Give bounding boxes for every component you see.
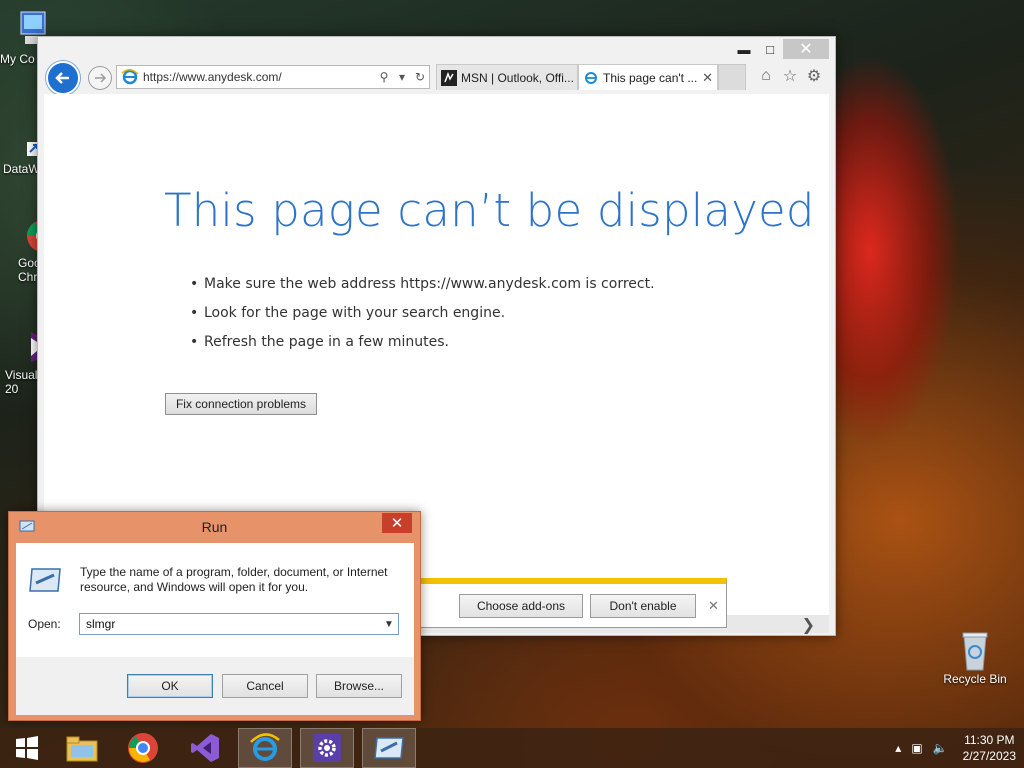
- internet-explorer-icon: [250, 733, 280, 761]
- run-body: Type the name of a program, folder, docu…: [16, 543, 414, 657]
- error-bullet: • Look for the page with your search engi…: [190, 305, 506, 321]
- desktop-icon-label: Visual 20: [5, 368, 38, 396]
- error-bullet: • Make sure the web address https://www.a…: [190, 276, 655, 292]
- run-close-icon[interactable]: ✕: [382, 513, 412, 533]
- run-title: Run: [201, 519, 228, 535]
- dropdown-icon[interactable]: ▾: [393, 70, 411, 84]
- error-bullet-list: • Make sure the web address https://www.a…: [190, 274, 655, 361]
- taskbar-visual-studio[interactable]: [178, 728, 232, 768]
- error-bullet: • Refresh the page in a few minutes.: [190, 334, 449, 350]
- chrome-icon: [128, 733, 158, 763]
- cancel-button[interactable]: Cancel: [222, 674, 308, 698]
- taskbar-internet-explorer[interactable]: [238, 728, 292, 768]
- run-description: Type the name of a program, folder, docu…: [80, 565, 388, 594]
- clock[interactable]: 11:30 PM 2/27/2023: [963, 732, 1016, 764]
- msn-icon: [441, 69, 457, 86]
- minimize-icon[interactable]: ▬: [731, 39, 757, 59]
- tab-label: This page can't ...: [603, 70, 698, 85]
- favorites-star-icon[interactable]: ☆: [781, 67, 799, 85]
- scroll-right-icon[interactable]: ❯: [802, 615, 815, 635]
- show-hidden-icons-icon[interactable]: ▴: [895, 741, 901, 755]
- home-icon[interactable]: ⌂: [757, 67, 775, 85]
- desktop-icon-recycle-bin[interactable]: Recycle Bin: [940, 630, 1010, 686]
- settings-gear-icon: [313, 734, 341, 762]
- toolbar-icons: ⌂ ☆ ⚙: [757, 67, 823, 85]
- taskbar: ▴ ▣ 🔈 11:30 PM 2/27/2023: [0, 728, 1024, 768]
- run-footer: OK Cancel Browse...: [16, 657, 414, 715]
- tab-msn[interactable]: MSN | Outlook, Offi...: [436, 64, 578, 90]
- taskbar-chrome[interactable]: [116, 728, 170, 768]
- run-program-icon: [374, 737, 404, 759]
- navigation-bar: https://www.anydesk.com/ ⚲ ▾ ↻ MSN | Out…: [38, 61, 835, 95]
- settings-gear-icon[interactable]: ⚙: [805, 67, 823, 85]
- ok-button[interactable]: OK: [127, 674, 213, 698]
- run-program-icon: [29, 568, 61, 592]
- run-dialog: Run ✕ Type the name of a program, folder…: [8, 511, 421, 721]
- start-button[interactable]: [0, 728, 54, 768]
- notification-close-icon[interactable]: ✕: [708, 598, 719, 614]
- maximize-icon[interactable]: □: [757, 39, 783, 59]
- back-arrow-icon: [55, 72, 69, 84]
- taskbar-run[interactable]: [362, 728, 416, 768]
- addon-notification-bar: Choose add-ons Don't enable ✕: [420, 578, 727, 628]
- network-icon[interactable]: ▣: [911, 741, 922, 755]
- desktop-icon-label: Goo Chr: [18, 256, 41, 284]
- ie-page-icon: [121, 69, 139, 85]
- desktop-icon-label: Recycle Bin: [943, 672, 1007, 686]
- dont-enable-button[interactable]: Don't enable: [590, 594, 696, 618]
- tab-close-icon[interactable]: ✕: [702, 70, 713, 86]
- system-tray: ▴ ▣ 🔈 11:30 PM 2/27/2023: [890, 728, 1016, 768]
- windows-logo-icon: [16, 736, 38, 760]
- taskbar-settings-app[interactable]: [300, 728, 354, 768]
- back-button[interactable]: [46, 61, 80, 95]
- fix-connection-button[interactable]: Fix connection problems: [165, 393, 317, 415]
- volume-icon[interactable]: 🔈: [933, 741, 948, 755]
- new-tab-button[interactable]: [718, 64, 746, 90]
- clock-date: 2/27/2023: [962, 749, 1016, 763]
- open-label: Open:: [28, 617, 61, 631]
- refresh-icon[interactable]: ↻: [411, 70, 429, 84]
- open-input-value[interactable]: slmgr: [86, 617, 380, 631]
- folder-icon: [66, 736, 98, 762]
- run-titlebar[interactable]: Run ✕: [9, 512, 420, 542]
- search-icon[interactable]: ⚲: [375, 70, 393, 84]
- tab-label: MSN | Outlook, Offi...: [461, 70, 573, 85]
- forward-arrow-icon: [95, 73, 107, 83]
- visual-studio-icon: [191, 734, 219, 762]
- clock-time: 11:30 PM: [964, 733, 1015, 747]
- recycle-bin-icon: [955, 630, 995, 671]
- choose-addons-button[interactable]: Choose add-ons: [459, 594, 583, 618]
- address-url: https://www.anydesk.com/: [143, 70, 282, 84]
- chevron-down-icon[interactable]: ▼: [380, 619, 398, 630]
- window-controls: ▬ □ ✕: [731, 39, 829, 59]
- close-icon[interactable]: ✕: [783, 39, 829, 59]
- taskbar-file-explorer[interactable]: [55, 728, 109, 768]
- error-title: This page can’t be displayed: [164, 184, 815, 237]
- address-bar[interactable]: https://www.anydesk.com/ ⚲ ▾ ↻: [116, 65, 430, 89]
- tab-error-page[interactable]: This page can't ... ✕: [578, 64, 718, 90]
- ie-tab-icon: [585, 71, 597, 84]
- browse-button[interactable]: Browse...: [316, 674, 402, 698]
- open-combobox[interactable]: slmgr ▼: [79, 613, 399, 635]
- forward-button[interactable]: [88, 66, 112, 90]
